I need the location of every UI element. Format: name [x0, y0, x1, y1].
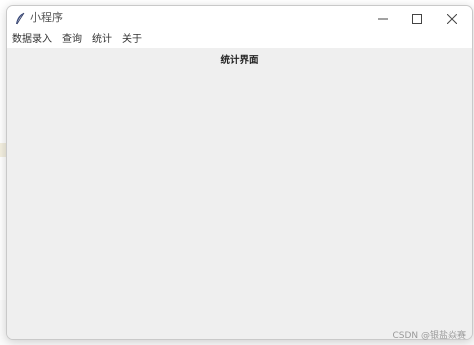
title-bar[interactable]: 小程序: [7, 6, 472, 31]
maximize-button[interactable]: [399, 6, 435, 31]
menu-item-query[interactable]: 查询: [57, 31, 87, 48]
minimize-button[interactable]: [365, 6, 401, 31]
watermark: CSDN @银盐焱赛: [392, 331, 466, 341]
menu-item-statistics[interactable]: 统计: [87, 31, 117, 48]
close-button[interactable]: [434, 6, 470, 31]
app-window: 小程序 数据录入 查询 统计 关于 统计界面: [6, 5, 473, 340]
menu-item-about[interactable]: 关于: [117, 31, 147, 48]
maximize-icon: [412, 13, 422, 24]
minimize-icon: [378, 18, 388, 19]
window-title: 小程序: [30, 11, 63, 24]
close-icon: [447, 13, 457, 24]
page-title: 统计界面: [220, 55, 259, 66]
menu-item-data-entry[interactable]: 数据录入: [7, 31, 57, 48]
content-area: 统计界面: [7, 48, 472, 339]
feather-icon: [14, 11, 26, 25]
menu-bar: 数据录入 查询 统计 关于: [7, 31, 472, 48]
